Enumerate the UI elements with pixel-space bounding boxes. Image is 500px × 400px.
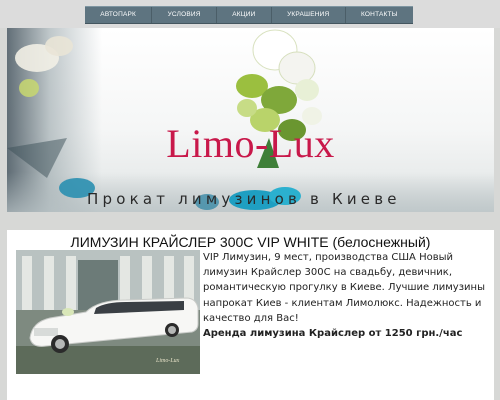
nav-item-decorations[interactable]: УКРАШЕНИЯ xyxy=(272,7,346,23)
nav-item-autopark[interactable]: АВТОПАРК xyxy=(85,7,153,23)
site-logo-title: Limo-Lux xyxy=(166,121,335,166)
hero-banner: Limo-Lux Прокат лимузинов в Киеве xyxy=(7,28,494,212)
limousine-card: ЛИМУЗИН КРАЙСЛЕР 300С VIP WHITE (белосне… xyxy=(7,230,494,400)
card-description: VIP Лимузин, 9 мест, производства США Но… xyxy=(203,252,485,324)
top-bar: АВТОПАРК УСЛОВИЯ АКЦИИ УКРАШЕНИЯ КОНТАКТ… xyxy=(0,0,500,28)
main-nav: АВТОПАРК УСЛОВИЯ АКЦИИ УКРАШЕНИЯ КОНТАКТ… xyxy=(85,6,413,24)
limousine-photo-image xyxy=(16,250,200,374)
card-title[interactable]: ЛИМУЗИН КРАЙСЛЕР 300С VIP WHITE (белосне… xyxy=(7,234,494,250)
nav-item-promotions[interactable]: АКЦИИ xyxy=(217,7,272,23)
nav-item-contacts[interactable]: КОНТАКТЫ xyxy=(346,7,413,23)
card-price: Аренда лимузина Крайслер от 1250 грн./ча… xyxy=(203,328,463,340)
hero-subtitle: Прокат лимузинов в Киеве xyxy=(87,190,401,208)
limousine-photo[interactable]: Limo-Lux xyxy=(16,250,200,374)
nav-item-conditions[interactable]: УСЛОВИЯ xyxy=(152,7,217,23)
card-description-block: VIP Лимузин, 9 мест, производства США Но… xyxy=(203,250,487,341)
photo-watermark: Limo-Lux xyxy=(156,358,180,364)
